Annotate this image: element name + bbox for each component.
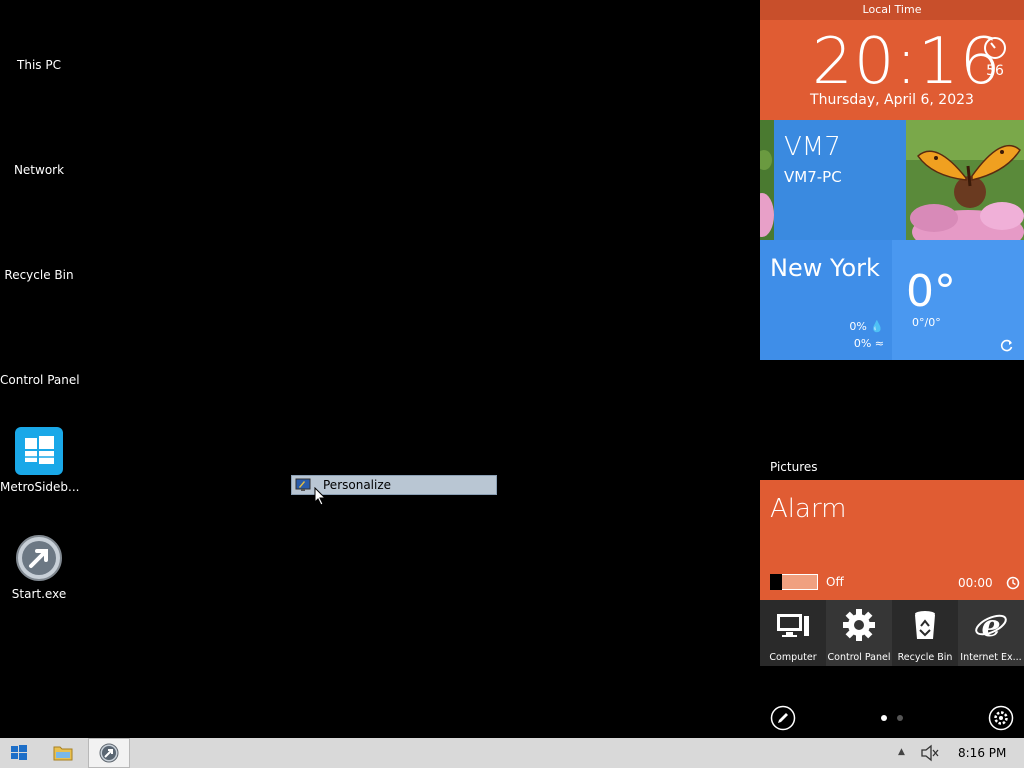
internet-explorer-icon: e	[975, 609, 1007, 642]
show-hidden-icons-button[interactable]: ▲	[898, 747, 905, 757]
shortcut-label: Control Panel	[827, 652, 891, 663]
folder-icon	[53, 746, 73, 761]
clock-seconds: 56	[986, 63, 1004, 79]
desktop-icon-label: MetroSideb...	[0, 480, 80, 494]
shortcut-internet-explorer[interactable]: e Internet Ex...	[958, 600, 1024, 666]
desktop-icon-label: Network	[13, 163, 65, 177]
clock-tile[interactable]: Local Time 20:16 56 Thursday, April 6, 2…	[760, 0, 1024, 120]
mouse-cursor-icon	[314, 487, 326, 506]
computer-icon	[777, 614, 809, 637]
weather-tile[interactable]: New York 0° 0°/0° 0% 💧 0% ≈	[760, 240, 1024, 360]
windows-logo-icon	[11, 745, 27, 760]
clock-time: 20:16	[812, 25, 1002, 99]
desktop-icon-start-exe[interactable]: Start.exe	[0, 534, 78, 601]
user-tile[interactable]: VM7 VM7-PC	[760, 120, 1024, 240]
shortcut-bar: Computer Control Panel Recycle Bin e Int…	[760, 600, 1024, 666]
shortcut-label: Computer	[769, 652, 817, 663]
shortcut-label: Recycle Bin	[897, 652, 953, 663]
clock-icon	[1006, 576, 1020, 590]
butterfly-image	[906, 120, 1024, 240]
gear-icon	[843, 609, 875, 641]
stopwatch-icon	[984, 37, 1006, 59]
toggle-knob	[770, 574, 782, 590]
start-exe-icon	[99, 743, 119, 763]
pictures-label: Pictures	[770, 460, 818, 474]
metro-sidebar: Local Time 20:16 56 Thursday, April 6, 2…	[760, 0, 1024, 738]
desktop-icon-this-pc[interactable]: This PC	[0, 58, 78, 72]
desktop-icon-recycle-bin[interactable]: Recycle Bin	[0, 268, 78, 282]
alarm-title: Alarm	[770, 494, 847, 524]
shortcut-recycle-bin[interactable]: Recycle Bin	[892, 600, 958, 666]
weather-precip: 0% 💧	[849, 320, 884, 333]
recycle-bin-icon	[915, 611, 935, 639]
start-button[interactable]	[0, 738, 38, 768]
desktop-icon-network[interactable]: Network	[0, 163, 78, 177]
desktop-icon-metrosidebar[interactable]: MetroSideb...	[0, 427, 80, 494]
settings-gear-icon[interactable]	[988, 705, 1014, 731]
pencil-icon[interactable]	[770, 705, 796, 731]
context-menu-item-label: Personalize	[323, 478, 392, 492]
alarm-toggle[interactable]	[770, 574, 818, 590]
alarm-tile[interactable]: Alarm Off 00:00	[760, 480, 1024, 600]
shortcut-computer[interactable]: Computer	[760, 600, 826, 666]
user-name: VM7	[784, 132, 841, 162]
flower-image-slice	[760, 120, 774, 240]
taskbar-start-exe[interactable]	[88, 738, 130, 768]
wind-icon: ≈	[874, 337, 884, 350]
weather-range: 0°/0°	[912, 316, 941, 329]
refresh-icon[interactable]	[1000, 338, 1014, 352]
desktop-icon-label: Control Panel	[0, 373, 80, 387]
clock-header: Local Time	[760, 0, 1024, 20]
clock-date: Thursday, April 6, 2023	[810, 92, 974, 108]
weather-wind-value: 0%	[853, 337, 872, 350]
taskbar-file-explorer[interactable]	[44, 738, 82, 768]
desktop-icon-label: Start.exe	[11, 587, 67, 601]
svg-text:e: e	[981, 609, 1000, 642]
weather-precip-value: 0%	[849, 320, 867, 333]
personalize-icon	[295, 478, 311, 491]
shortcut-control-panel[interactable]: Control Panel	[826, 600, 892, 666]
droplet-icon: 💧	[870, 320, 884, 333]
page-indicator[interactable]	[880, 714, 910, 722]
shortcut-label: Internet Ex...	[960, 652, 1022, 663]
alarm-time: 00:00	[958, 576, 993, 590]
taskbar-clock[interactable]: 8:16 PM	[958, 746, 1006, 760]
metrosidebar-icon	[15, 427, 63, 475]
weather-temp: 0°	[906, 266, 956, 317]
desktop-icon-control-panel[interactable]: Control Panel	[0, 373, 80, 387]
desktop-icon-label: Recycle Bin	[4, 268, 74, 282]
alarm-state: Off	[826, 575, 844, 589]
weather-wind: 0% ≈	[854, 337, 884, 350]
volume-muted-icon[interactable]	[920, 744, 940, 762]
taskbar: ▲ 8:16 PM	[0, 738, 1024, 768]
start-exe-icon	[16, 535, 62, 581]
desktop-icon-label: This PC	[17, 58, 61, 72]
pc-name: VM7-PC	[784, 168, 842, 186]
weather-city: New York	[770, 254, 880, 282]
